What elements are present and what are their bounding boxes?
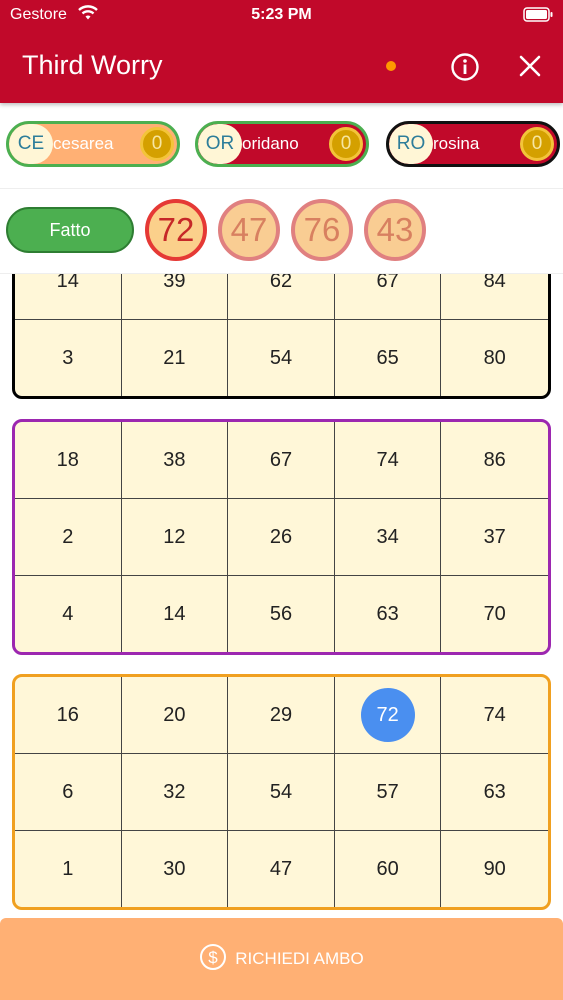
drawn-ball: 47	[218, 199, 280, 261]
card-cell[interactable]: 39	[121, 274, 229, 320]
info-icon[interactable]	[450, 52, 480, 87]
card-cell[interactable]: 12	[121, 499, 229, 576]
card-cell[interactable]: 16	[15, 677, 122, 754]
player-initials: RO	[389, 124, 433, 164]
players-bar: CE cesarea 0 OR oridano 0 RO rosina 0	[0, 103, 563, 189]
player-name: cesarea	[53, 134, 114, 153]
card-cell[interactable]: 80	[441, 320, 548, 396]
drawn-ball: 43	[364, 199, 426, 261]
page-title: Third Worry	[22, 50, 163, 80]
request-ambo-button[interactable]: $ RICHIEDI AMBO	[0, 918, 563, 1000]
card-cell[interactable]: 18	[15, 422, 122, 499]
card-cell[interactable]: 14	[15, 274, 122, 320]
app-header: Gestore 5:23 PM Third Worry	[0, 0, 563, 103]
player-score: 0	[329, 127, 363, 161]
card-cell[interactable]: 56	[228, 576, 335, 652]
player-score: 0	[520, 127, 554, 161]
player-chip[interactable]: OR oridano 0	[195, 121, 369, 167]
card-cell[interactable]: 37	[441, 499, 548, 576]
card-cell[interactable]: 62	[228, 274, 335, 320]
card-cell[interactable]: 57	[334, 754, 442, 831]
card-cell[interactable]: 32	[121, 754, 229, 831]
player-initials: CE	[9, 124, 53, 164]
card-cell[interactable]: 65	[335, 320, 442, 396]
card-cell[interactable]: 54	[228, 320, 335, 396]
card-cell[interactable]: 2	[15, 499, 122, 576]
player-chip[interactable]: CE cesarea 0	[6, 121, 180, 167]
card-cell[interactable]: 14	[122, 576, 229, 652]
status-bar: Gestore 5:23 PM	[0, 0, 563, 30]
card-cell[interactable]: 26	[228, 499, 335, 576]
status-dot-icon	[386, 61, 396, 71]
bingo-card: 14 39 62 67 84 3 21 54 65 80	[12, 274, 551, 399]
player-name: oridano	[242, 134, 299, 153]
player-name: rosina	[433, 134, 480, 153]
card-cell-marked[interactable]: 72	[334, 677, 442, 754]
card-cell[interactable]: 3	[15, 320, 122, 396]
card-cell[interactable]: 74	[334, 422, 442, 499]
card-cell[interactable]: 67	[334, 274, 442, 320]
bingo-card: 16 20 29 72 74 6 32 54 57 63 1 30 47 60 …	[12, 674, 551, 910]
dollar-coin-icon: $	[199, 943, 227, 976]
card-cell[interactable]: 74	[441, 677, 548, 754]
marked-number: 72	[360, 688, 415, 742]
player-chip[interactable]: RO rosina 0	[386, 121, 560, 167]
drawn-numbers-bar: Fatto 72 47 76 43	[0, 189, 563, 274]
card-cell[interactable]: 90	[441, 831, 548, 907]
card-cell[interactable]: 29	[228, 677, 335, 754]
done-button[interactable]: Fatto	[6, 207, 134, 253]
card-cell[interactable]: 84	[441, 274, 548, 320]
card-cell[interactable]: 47	[228, 831, 335, 907]
card-cell[interactable]: 54	[228, 754, 335, 831]
player-score: 0	[140, 127, 174, 161]
card-cell[interactable]: 1	[15, 831, 122, 907]
card-cell[interactable]: 63	[441, 754, 548, 831]
drawn-ball: 76	[291, 199, 353, 261]
svg-text:$: $	[209, 948, 219, 967]
close-icon[interactable]	[517, 53, 543, 84]
card-cell[interactable]: 6	[15, 754, 122, 831]
cards-list[interactable]: 14 39 62 67 84 3 21 54 65 80 18 38 67 74…	[0, 274, 563, 918]
status-time: 5:23 PM	[251, 6, 312, 23]
drawn-ball-latest: 72	[145, 199, 207, 261]
bingo-card: 18 38 67 74 86 2 12 26 34 37 4 14 56 63 …	[12, 419, 551, 655]
card-cell[interactable]: 30	[122, 831, 229, 907]
card-cell[interactable]: 63	[335, 576, 442, 652]
card-cell[interactable]: 70	[441, 576, 548, 652]
request-ambo-label: RICHIEDI AMBO	[235, 949, 364, 968]
card-cell[interactable]: 4	[15, 576, 122, 652]
battery-icon	[523, 7, 553, 27]
player-initials: OR	[198, 124, 242, 164]
card-cell[interactable]: 38	[121, 422, 229, 499]
card-cell[interactable]: 20	[121, 677, 229, 754]
card-cell[interactable]: 67	[228, 422, 335, 499]
card-cell[interactable]: 60	[335, 831, 442, 907]
card-cell[interactable]: 86	[441, 422, 548, 499]
card-cell[interactable]: 34	[334, 499, 442, 576]
card-cell[interactable]: 21	[122, 320, 229, 396]
